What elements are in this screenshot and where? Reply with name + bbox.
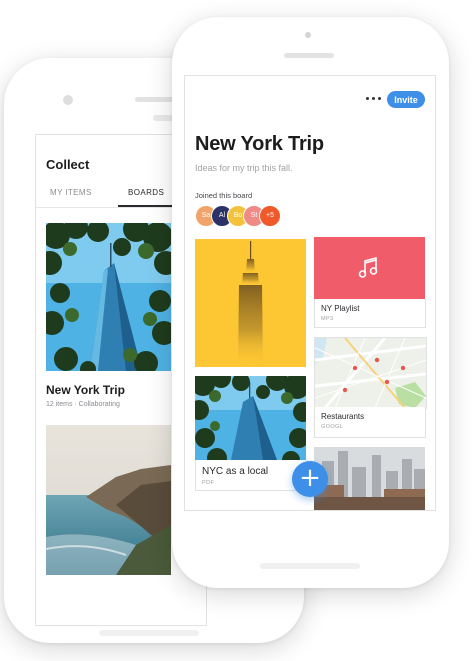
playlist-tile[interactable] (314, 237, 425, 299)
earpiece-speaker (284, 53, 334, 58)
item-title: NY Playlist (321, 304, 360, 313)
page-title: Collect (46, 157, 90, 172)
item-title: NYC as a local (202, 466, 269, 477)
empire-state-image-tile[interactable] (195, 239, 306, 367)
home-indicator (99, 630, 199, 636)
board-title: New York Trip (195, 133, 324, 155)
playlist-info[interactable]: NY Playlist MP3 (314, 299, 426, 328)
music-note-icon (314, 237, 425, 299)
tab-my-items[interactable]: MY ITEMS (50, 188, 92, 197)
member-avatars[interactable]: Sa Al Bo St +5 (195, 205, 315, 227)
invite-button[interactable]: Invite (387, 91, 425, 108)
item-type: MP3 (321, 316, 334, 322)
item-type: PDF (202, 480, 215, 486)
board-cover-image-coast[interactable] (46, 425, 171, 575)
map-tile[interactable] (314, 337, 427, 409)
board-description: Ideas for my trip this fall. (195, 163, 293, 173)
active-tab-indicator (118, 205, 172, 207)
front-camera (305, 32, 311, 38)
board-meta: 12 items · Collaborating (46, 401, 120, 408)
add-item-button[interactable]: + (292, 461, 328, 497)
home-indicator (260, 563, 360, 569)
earpiece-speaker (135, 97, 175, 102)
nyc-guide-info[interactable]: NYC as a local PDF (195, 460, 308, 491)
nyc-guide-tile[interactable] (195, 376, 306, 460)
tab-boards[interactable]: BOARDS (128, 188, 164, 197)
item-title: Restaurants (321, 412, 365, 421)
plus-icon: + (299, 463, 321, 493)
more-options-icon[interactable] (365, 93, 383, 103)
board-detail-screen: Invite New York Trip Ideas for my trip t… (184, 75, 436, 511)
more-members-badge[interactable]: +5 (259, 205, 281, 227)
board-cover-image[interactable] (46, 223, 171, 371)
front-camera (63, 95, 73, 105)
joined-label: Joined this board (195, 191, 253, 200)
item-type: GOOGL (321, 424, 344, 430)
board-title[interactable]: New York Trip (46, 383, 125, 397)
restaurants-info[interactable]: Restaurants GOOGL (314, 407, 426, 438)
front-phone: Invite New York Trip Ideas for my trip t… (172, 17, 449, 588)
city-photo-tile[interactable] (314, 447, 425, 510)
